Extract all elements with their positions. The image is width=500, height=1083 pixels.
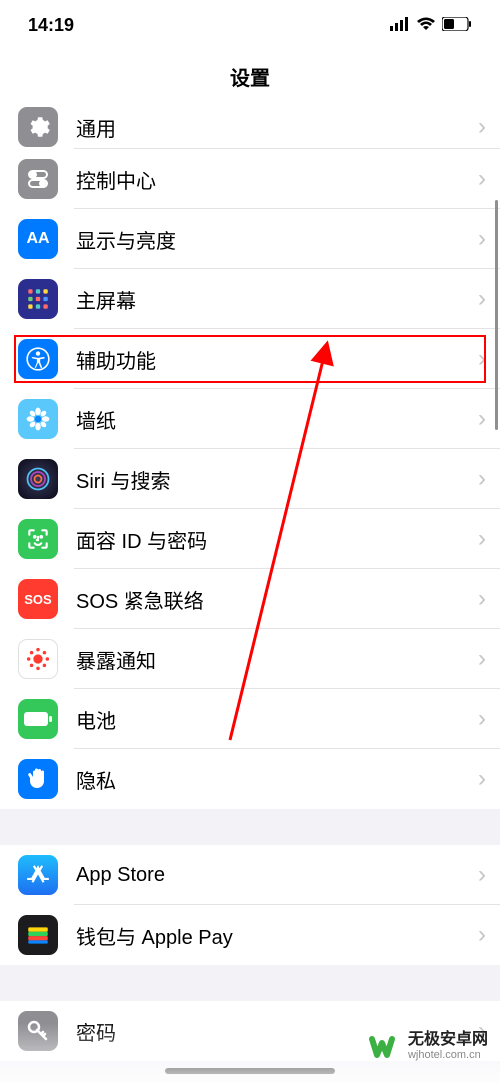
- status-icons: [390, 15, 472, 36]
- exposure-icon: [18, 639, 58, 679]
- row-label: 隐私: [76, 765, 478, 794]
- settings-group-2: App Store › 钱包与 Apple Pay ›: [0, 845, 500, 965]
- row-wallpaper[interactable]: 墙纸 ›: [0, 389, 500, 449]
- row-siri[interactable]: Siri 与搜索 ›: [0, 449, 500, 509]
- row-label: 控制中心: [76, 165, 478, 194]
- watermark-logo-icon: [368, 1029, 402, 1063]
- row-label: 通用: [76, 113, 478, 142]
- wallet-icon: [18, 915, 58, 955]
- battery-icon: [18, 699, 58, 739]
- chevron-right-icon: ›: [478, 113, 486, 141]
- chevron-right-icon: ›: [478, 645, 486, 673]
- row-label: 电池: [76, 705, 478, 734]
- home-indicator[interactable]: [165, 1068, 335, 1074]
- gear-icon: [18, 107, 58, 147]
- chevron-right-icon: ›: [478, 345, 486, 373]
- row-label: 钱包与 Apple Pay: [76, 921, 478, 950]
- chevron-right-icon: ›: [478, 525, 486, 553]
- chevron-right-icon: ›: [478, 465, 486, 493]
- status-time: 14:19: [28, 15, 74, 36]
- signal-icon: [390, 15, 410, 36]
- row-control-center[interactable]: 控制中心 ›: [0, 149, 500, 209]
- chevron-right-icon: ›: [478, 285, 486, 313]
- row-faceid[interactable]: 面容 ID 与密码 ›: [0, 509, 500, 569]
- chevron-right-icon: ›: [478, 765, 486, 793]
- key-icon: [18, 1011, 58, 1051]
- row-display[interactable]: AA 显示与亮度 ›: [0, 209, 500, 269]
- row-label: 辅助功能: [76, 345, 478, 374]
- battery-icon: [442, 15, 472, 36]
- sos-icon: SOS: [18, 579, 58, 619]
- chevron-right-icon: ›: [478, 165, 486, 193]
- row-label: SOS 紧急联络: [76, 585, 478, 614]
- accessibility-icon: [18, 339, 58, 379]
- siri-icon: [18, 459, 58, 499]
- hand-icon: [18, 759, 58, 799]
- row-label: 面容 ID 与密码: [76, 525, 478, 554]
- row-label: App Store: [76, 864, 478, 887]
- row-battery[interactable]: 电池 ›: [0, 689, 500, 749]
- scroll-indicator[interactable]: [495, 200, 498, 430]
- row-accessibility[interactable]: 辅助功能 ›: [0, 329, 500, 389]
- switches-icon: [18, 159, 58, 199]
- settings-group-1: 通用 › 控制中心 › AA 显示与亮度 › 主屏幕 › 辅助功能 ›: [0, 105, 500, 809]
- wifi-icon: [416, 15, 436, 36]
- text-size-icon: AA: [18, 219, 58, 259]
- row-wallet[interactable]: 钱包与 Apple Pay ›: [0, 905, 500, 965]
- home-grid-icon: [18, 279, 58, 319]
- watermark-url: wjhotel.com.cn: [408, 1049, 488, 1062]
- row-general[interactable]: 通用 ›: [0, 105, 500, 149]
- row-label: 主屏幕: [76, 285, 478, 314]
- row-label: Siri 与搜索: [76, 465, 478, 494]
- row-label: 显示与亮度: [76, 225, 478, 254]
- chevron-right-icon: ›: [478, 861, 486, 889]
- row-exposure[interactable]: 暴露通知 ›: [0, 629, 500, 689]
- chevron-right-icon: ›: [478, 705, 486, 733]
- faceid-icon: [18, 519, 58, 559]
- watermark: 无极安卓网 wjhotel.com.cn: [368, 1029, 488, 1063]
- page-title: 设置: [0, 40, 500, 105]
- row-home-screen[interactable]: 主屏幕 ›: [0, 269, 500, 329]
- chevron-right-icon: ›: [478, 921, 486, 949]
- row-label: 墙纸: [76, 405, 478, 434]
- chevron-right-icon: ›: [478, 225, 486, 253]
- flower-icon: [18, 399, 58, 439]
- row-app-store[interactable]: App Store ›: [0, 845, 500, 905]
- chevron-right-icon: ›: [478, 405, 486, 433]
- watermark-title: 无极安卓网: [408, 1030, 488, 1049]
- row-privacy[interactable]: 隐私 ›: [0, 749, 500, 809]
- row-label: 暴露通知: [76, 645, 478, 674]
- chevron-right-icon: ›: [478, 585, 486, 613]
- row-sos[interactable]: SOS SOS 紧急联络 ›: [0, 569, 500, 629]
- status-bar: 14:19: [0, 0, 500, 40]
- app-store-icon: [18, 855, 58, 895]
